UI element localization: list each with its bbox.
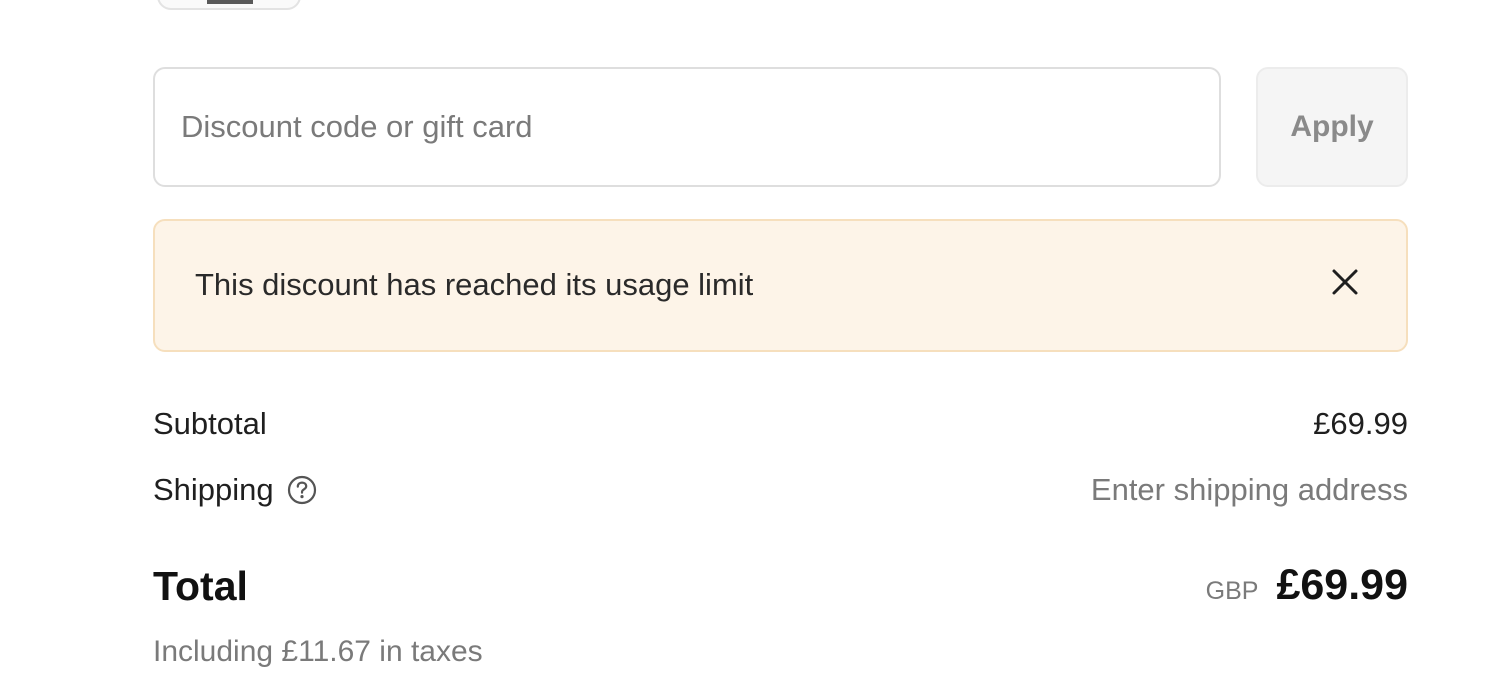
shipping-label: Shipping <box>153 472 274 507</box>
tax-note: Including £11.67 in taxes <box>153 635 483 668</box>
shipping-row-label: Shipping <box>153 472 318 508</box>
product-image <box>207 0 253 4</box>
subtotal-label: Subtotal <box>153 406 267 441</box>
total-value: GBP £69.99 <box>1206 561 1408 610</box>
currency-code: GBP <box>1205 577 1259 605</box>
discount-error-message: This discount has reached its usage limi… <box>195 267 754 302</box>
checkout-order-summary: Apply This discount has reached its usag… <box>0 0 1500 677</box>
total-label: Total <box>153 563 248 609</box>
discount-code-input[interactable] <box>153 67 1221 187</box>
question-circle-icon[interactable] <box>286 474 318 506</box>
subtotal-value: £69.99 <box>1313 406 1408 441</box>
close-icon[interactable] <box>1328 265 1362 299</box>
total-amount: £69.99 <box>1276 561 1408 609</box>
discount-row: Apply <box>153 67 1408 187</box>
apply-button[interactable]: Apply <box>1256 67 1408 187</box>
product-thumbnail <box>157 0 301 10</box>
shipping-value: Enter shipping address <box>1090 472 1408 507</box>
discount-error-banner: This discount has reached its usage limi… <box>153 219 1408 352</box>
